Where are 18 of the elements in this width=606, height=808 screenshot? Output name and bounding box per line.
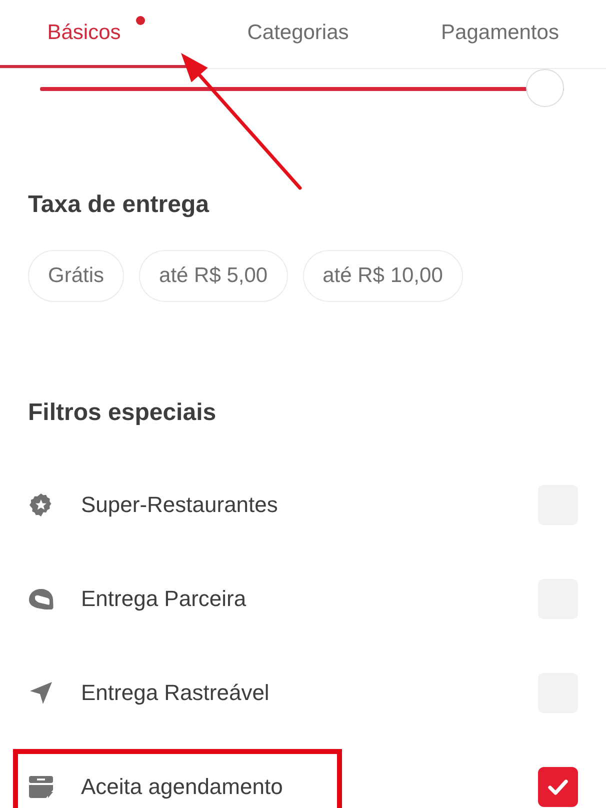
filter-label: Super-Restaurantes bbox=[81, 492, 278, 518]
fee-chip[interactable]: Grátis bbox=[28, 250, 124, 302]
helmet-icon bbox=[28, 587, 54, 611]
fee-chip[interactable]: até R$ 10,00 bbox=[302, 250, 463, 302]
filter-label: Aceita agendamento bbox=[81, 774, 283, 800]
slider-thumb[interactable] bbox=[526, 69, 564, 107]
section-title: Taxa de entrega bbox=[27, 190, 209, 220]
navigation-arrow-icon bbox=[28, 681, 54, 705]
filter-tab[interactable]: Categorias bbox=[202, 0, 394, 68]
filter-tab[interactable]: Pagamentos bbox=[404, 0, 596, 68]
fee-chip[interactable]: até R$ 5,00 bbox=[139, 250, 288, 302]
checkbox[interactable] bbox=[538, 767, 578, 807]
filter-label: Entrega Rastreável bbox=[81, 680, 270, 706]
star-badge-icon bbox=[28, 493, 54, 517]
check-icon bbox=[548, 779, 568, 795]
filter-label: Entrega Parceira bbox=[81, 586, 246, 612]
section-title: Filtros especiais bbox=[27, 398, 216, 428]
card-icon bbox=[28, 775, 54, 799]
